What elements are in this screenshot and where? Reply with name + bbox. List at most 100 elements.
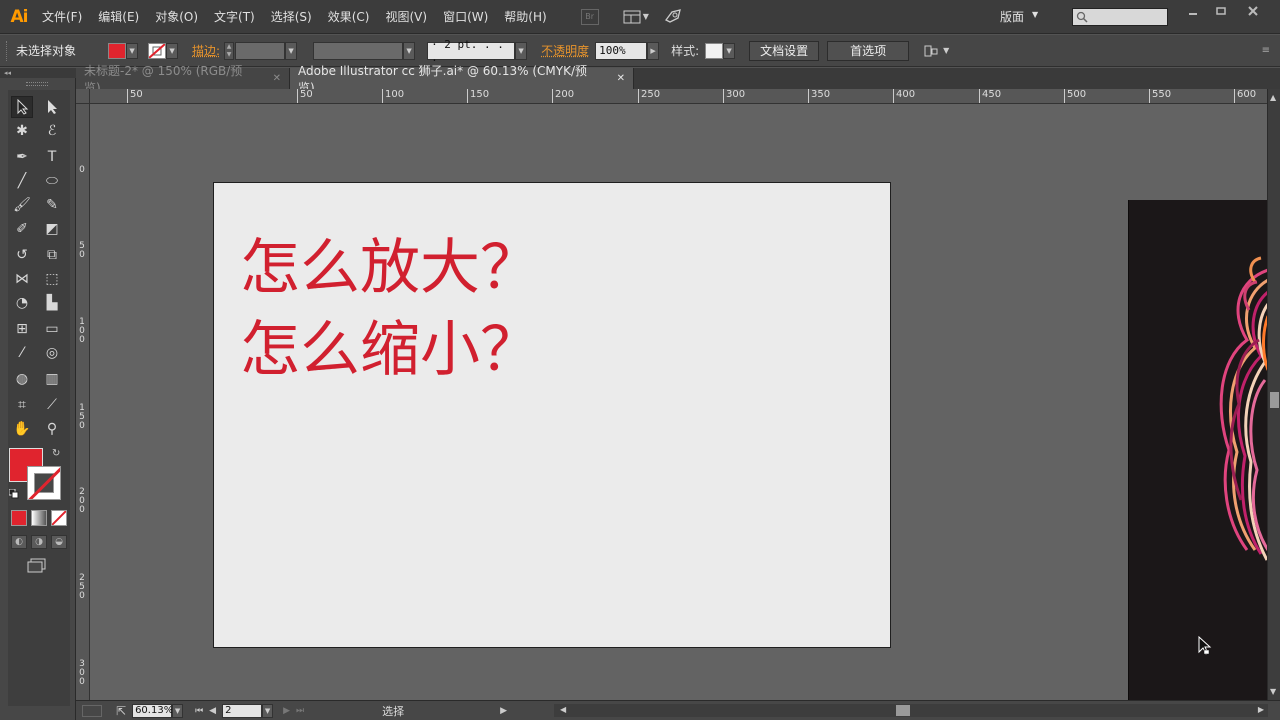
gradient-mode-icon[interactable] bbox=[31, 510, 47, 526]
vertical-scroll-thumb[interactable] bbox=[1270, 392, 1279, 408]
chevron-down-icon[interactable]: ▼ bbox=[126, 42, 139, 59]
blend-tool-icon[interactable]: ◎ bbox=[41, 342, 63, 364]
screen-mode-icon[interactable] bbox=[26, 558, 48, 574]
gpu-performance-button[interactable] bbox=[663, 7, 683, 26]
stroke-color-picker[interactable]: ▼ bbox=[148, 42, 179, 59]
document-setup-button[interactable]: 文档设置 bbox=[749, 40, 820, 61]
default-fill-stroke-icon[interactable] bbox=[8, 488, 19, 499]
draw-inside-icon[interactable]: ◒ bbox=[51, 535, 67, 549]
width-tool-icon[interactable]: ⋈ bbox=[11, 268, 33, 290]
swap-fill-stroke-icon[interactable]: ↻ bbox=[52, 448, 60, 459]
share-icon[interactable]: ⇱ bbox=[116, 704, 126, 718]
tab-untitled-2[interactable]: 未标题-2* @ 150% (RGB/预览) ✕ bbox=[76, 64, 290, 95]
brush-definition-field[interactable]: · 2 pt. . . . bbox=[427, 38, 516, 64]
search-input[interactable] bbox=[1072, 8, 1168, 26]
graphic-style-picker[interactable]: ▼ bbox=[705, 42, 736, 59]
stroke-swatch[interactable] bbox=[148, 42, 167, 59]
minimize-button[interactable] bbox=[1180, 4, 1206, 18]
menu-edit[interactable]: 编辑(E) bbox=[90, 0, 147, 34]
pen-tool-icon[interactable]: ✒ bbox=[11, 146, 33, 168]
none-mode-icon[interactable] bbox=[51, 510, 67, 526]
chevron-down-icon[interactable]: ▼ bbox=[166, 42, 179, 59]
scroll-up-icon[interactable]: ▲ bbox=[1270, 93, 1276, 102]
scroll-down-icon[interactable]: ▼ bbox=[1270, 687, 1276, 696]
gradient-tool-icon[interactable]: ▭ bbox=[41, 318, 63, 340]
stroke-weight-stepper[interactable]: ▲ ▼ bbox=[224, 41, 235, 60]
stroke-label[interactable]: 描边: bbox=[192, 42, 220, 59]
type-tool-icon[interactable]: T bbox=[41, 146, 63, 168]
ellipse-tool-icon[interactable]: ⬭ bbox=[41, 170, 63, 192]
blob-brush-tool-icon[interactable]: ✐ bbox=[11, 218, 33, 240]
menu-file[interactable]: 文件(F) bbox=[34, 0, 90, 34]
artboard[interactable]: 怎么放大？ 怎么缩小？ bbox=[213, 182, 891, 648]
hand-tool-icon[interactable]: ✋ bbox=[11, 418, 33, 440]
lion-artwork[interactable] bbox=[1128, 200, 1267, 700]
vertical-scrollbar[interactable]: ▲ ▼ bbox=[1267, 89, 1280, 700]
chevron-down-icon[interactable]: ▼ bbox=[172, 703, 184, 718]
tab-lion-document[interactable]: Adobe Illustrator cc 狮子.ai* @ 60.13% (CM… bbox=[290, 64, 634, 95]
bridge-button[interactable]: Br bbox=[580, 8, 599, 25]
chevron-down-icon[interactable]: ▼ bbox=[403, 41, 416, 60]
arrange-options-button[interactable]: ▼ bbox=[923, 44, 949, 58]
next-artboard-icon[interactable]: ▶ bbox=[283, 706, 290, 716]
eyedropper-tool-icon[interactable]: ⁄ bbox=[11, 342, 33, 364]
status-menu-icon[interactable]: ▶ bbox=[500, 706, 507, 716]
line-tool-icon[interactable]: ╱ bbox=[11, 170, 33, 192]
slice-tool-icon[interactable]: ⟋ bbox=[41, 394, 63, 416]
opacity-field[interactable]: 100% bbox=[595, 41, 648, 60]
previous-artboard-icon[interactable]: ◀ bbox=[209, 706, 216, 716]
artboard-text-line-1[interactable]: 怎么放大？ bbox=[240, 219, 540, 306]
chevron-down-icon[interactable]: ▼ bbox=[515, 41, 528, 60]
close-icon[interactable]: ✕ bbox=[617, 73, 625, 84]
menu-type[interactable]: 文字(T) bbox=[206, 0, 263, 34]
horizontal-ruler[interactable]: 50 50 100 150 200 250 300 350 400 450 50… bbox=[90, 89, 1267, 104]
zoom-tool-icon[interactable]: ⚲ bbox=[41, 418, 63, 440]
artboard-number-field[interactable]: 2 bbox=[222, 703, 263, 718]
chevron-right-icon[interactable]: ▶ bbox=[647, 41, 660, 60]
draw-normal-icon[interactable]: ◐ bbox=[11, 535, 27, 549]
chevron-down-icon[interactable]: ▼ bbox=[723, 42, 736, 59]
opacity-label[interactable]: 不透明度 bbox=[541, 42, 589, 59]
pencil-tool-icon[interactable]: ✎ bbox=[41, 194, 63, 216]
rotate-tool-icon[interactable]: ↺ bbox=[11, 244, 33, 266]
variable-width-profile[interactable] bbox=[313, 41, 404, 60]
paintbrush-tool-icon[interactable]: 🖌 bbox=[11, 194, 33, 216]
ruler-origin[interactable] bbox=[76, 89, 90, 104]
zoom-field[interactable]: 60.13% bbox=[132, 703, 173, 718]
menu-effect[interactable]: 效果(C) bbox=[320, 0, 378, 34]
artboard-tool-icon[interactable]: ⌗ bbox=[11, 394, 33, 416]
first-artboard-icon[interactable]: ⏮ bbox=[195, 706, 203, 716]
perspective-grid-tool-icon[interactable]: ▙ bbox=[41, 292, 63, 314]
menu-object[interactable]: 对象(O) bbox=[147, 0, 206, 34]
menu-window[interactable]: 窗口(W) bbox=[435, 0, 496, 34]
artboard-text-line-2[interactable]: 怎么缩小？ bbox=[240, 301, 540, 388]
horizontal-scroll-thumb[interactable] bbox=[896, 705, 910, 716]
last-artboard-icon[interactable]: ⏭ bbox=[296, 706, 304, 716]
chevron-down-icon[interactable]: ▼ bbox=[262, 703, 274, 718]
canvas-area[interactable]: 怎么放大？ 怎么缩小？ bbox=[90, 104, 1267, 700]
scale-tool-icon[interactable]: ⧉ bbox=[41, 244, 63, 266]
close-icon[interactable]: ✕ bbox=[273, 73, 281, 84]
horizontal-scrollbar[interactable]: ◀ ▶ bbox=[554, 704, 1268, 717]
menu-help[interactable]: 帮助(H) bbox=[496, 0, 554, 34]
collapse-panel-icon[interactable]: ◂◂ bbox=[0, 68, 76, 78]
menu-view[interactable]: 视图(V) bbox=[377, 0, 435, 34]
draw-behind-icon[interactable]: ◑ bbox=[31, 535, 47, 549]
mesh-tool-icon[interactable]: ⊞ bbox=[11, 318, 33, 340]
fill-swatch[interactable] bbox=[108, 42, 127, 59]
direct-selection-tool-icon[interactable] bbox=[41, 96, 63, 118]
arrange-documents-button[interactable]: ▼ bbox=[623, 10, 649, 24]
shape-builder-tool-icon[interactable]: ◔ bbox=[11, 292, 33, 314]
panel-grip[interactable] bbox=[26, 82, 48, 86]
eraser-tool-icon[interactable]: ◩ bbox=[41, 218, 63, 240]
preferences-button[interactable]: 首选项 bbox=[827, 40, 910, 61]
workspace-switcher[interactable]: 版面 ▼ bbox=[1000, 8, 1038, 25]
column-graph-tool-icon[interactable]: ▥ bbox=[41, 368, 63, 390]
restore-button[interactable] bbox=[1208, 4, 1234, 18]
style-swatch[interactable] bbox=[705, 42, 724, 59]
color-mode-icon[interactable] bbox=[11, 510, 27, 526]
fill-color-picker[interactable]: ▼ bbox=[108, 42, 139, 59]
symbol-sprayer-tool-icon[interactable]: ◍ bbox=[11, 368, 33, 390]
selection-tool-icon[interactable] bbox=[11, 96, 33, 118]
lasso-tool-icon[interactable]: ℰ bbox=[41, 120, 63, 142]
